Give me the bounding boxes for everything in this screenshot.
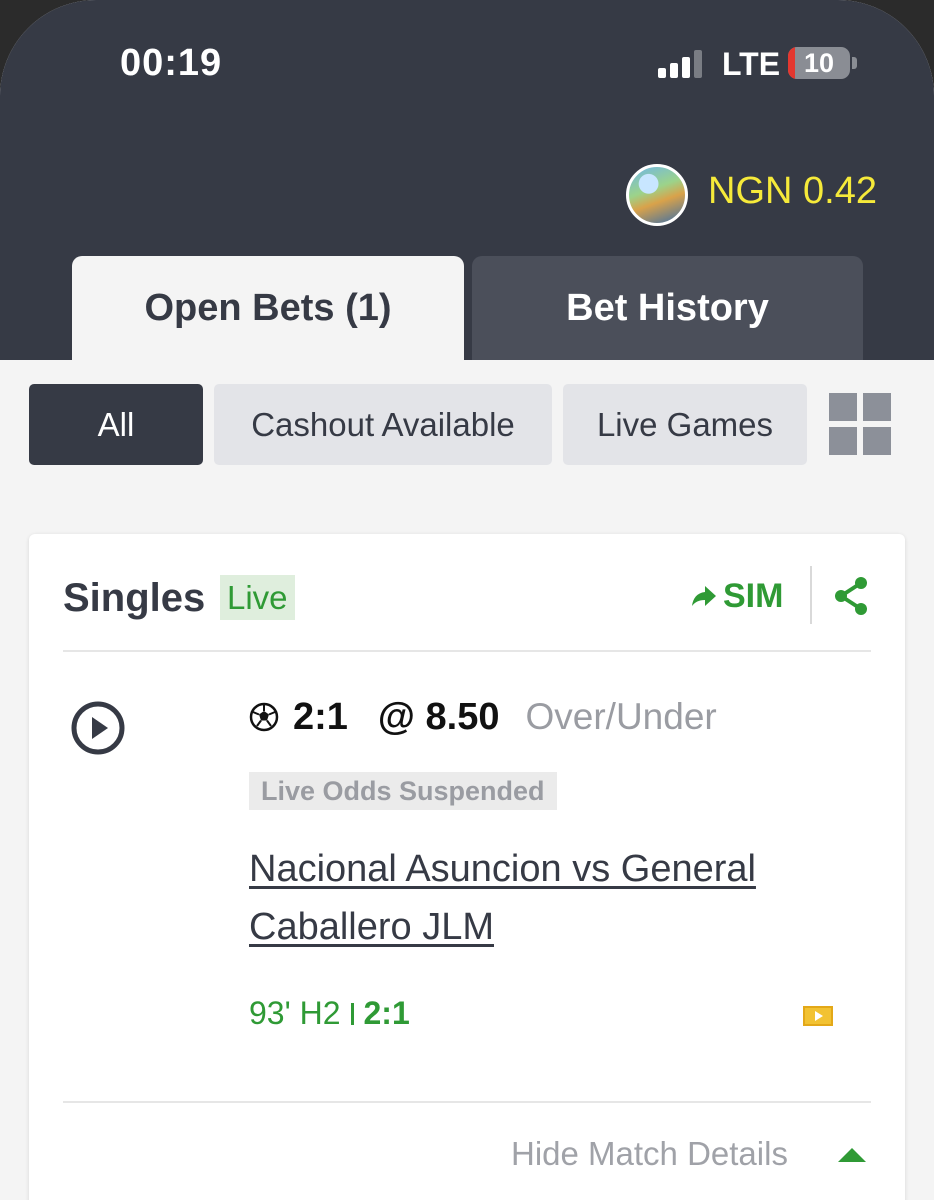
match-link[interactable]: Nacional Asuncion vs General Caballero J… bbox=[249, 840, 829, 956]
card-divider-top bbox=[63, 650, 871, 652]
info-separator bbox=[350, 1002, 354, 1025]
grid-view-icon[interactable] bbox=[829, 393, 891, 455]
signal-icon bbox=[658, 50, 706, 78]
card-divider-bottom bbox=[63, 1101, 871, 1103]
bet-odds: @ 8.50 bbox=[377, 695, 500, 738]
tab-open-bets[interactable]: Open Bets (1) bbox=[72, 256, 464, 360]
header-divider bbox=[810, 566, 812, 624]
play-icon[interactable] bbox=[70, 700, 126, 756]
filter-cashout-available[interactable]: Cashout Available bbox=[214, 384, 552, 465]
match-time: 93' H2 bbox=[249, 995, 341, 1031]
battery-tip bbox=[852, 57, 857, 69]
network-label: LTE bbox=[722, 46, 781, 82]
bet-card: Singles Live SIM 2:1 @ 8.50 Over/Under L… bbox=[29, 534, 905, 1200]
live-stream-icon[interactable] bbox=[803, 1006, 833, 1026]
avatar[interactable] bbox=[626, 164, 688, 226]
share-icon[interactable] bbox=[833, 576, 869, 616]
forward-arrow-icon bbox=[692, 586, 716, 606]
sim-button[interactable]: SIM bbox=[691, 576, 783, 616]
live-score: 2:1 bbox=[363, 995, 410, 1031]
sim-label: SIM bbox=[723, 576, 784, 615]
status-time: 00:19 bbox=[120, 42, 223, 84]
chevron-up-icon[interactable] bbox=[836, 1146, 868, 1164]
live-badge: Live bbox=[220, 575, 295, 620]
account-balance[interactable]: NGN 0.42 bbox=[708, 170, 877, 213]
selection-score: 2:1 bbox=[293, 695, 348, 738]
bet-selection-row: 2:1 @ 8.50 Over/Under bbox=[249, 694, 717, 740]
bet-type-title: Singles bbox=[63, 576, 206, 620]
battery-icon: 10 bbox=[788, 47, 850, 79]
app-header: 00:19 LTE 10 NGN 0.42 Open Bets (1) Bet … bbox=[0, 0, 934, 360]
tab-bet-history[interactable]: Bet History bbox=[472, 256, 863, 360]
battery-level: 10 bbox=[803, 48, 835, 78]
screen: 00:19 LTE 10 NGN 0.42 Open Bets (1) Bet … bbox=[0, 0, 934, 1200]
hide-match-details-button[interactable]: Hide Match Details bbox=[511, 1135, 788, 1173]
filter-live-games[interactable]: Live Games bbox=[563, 384, 807, 465]
live-match-info: 93' H2 2:1 bbox=[249, 995, 410, 1032]
filter-all[interactable]: All bbox=[29, 384, 203, 465]
odds-status: Live Odds Suspended bbox=[249, 772, 557, 810]
soccer-ball-icon bbox=[249, 702, 279, 732]
market-name: Over/Under bbox=[525, 696, 717, 737]
